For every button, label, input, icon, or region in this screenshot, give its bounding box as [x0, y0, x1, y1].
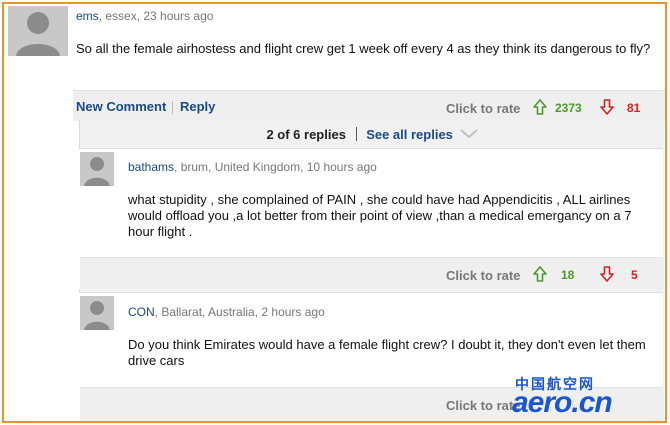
reply-text: Do you think Emirates would have a femal…	[128, 337, 646, 368]
reply-username[interactable]: CON	[128, 305, 155, 319]
click-to-rate-label: Click to rate	[446, 268, 521, 283]
comment-location-time: , essex, 23 hours ago	[98, 9, 214, 23]
user-silhouette-icon	[80, 152, 114, 186]
user-silhouette-icon	[80, 296, 114, 330]
thumbs-down-arrow-icon[interactable]	[600, 99, 614, 115]
click-to-rate-label: Click to rate	[446, 398, 521, 413]
reply-text: what stupidity , she complained of PAIN …	[128, 192, 632, 239]
click-to-rate-label: Click to rate	[446, 101, 521, 116]
replies-header: 2 of 6 replies See all replies	[80, 120, 664, 148]
divider	[355, 127, 357, 141]
thumbs-up-arrow-icon[interactable]	[533, 266, 547, 282]
comment-username[interactable]: ems	[76, 9, 99, 23]
divider	[172, 101, 173, 114]
reply-action-bar	[80, 257, 663, 289]
avatar	[80, 152, 114, 186]
avatar	[8, 6, 68, 56]
reply-username[interactable]: bathams	[128, 160, 174, 174]
upvote-count: 2373	[555, 101, 582, 115]
watermark-logo: aero.cn	[512, 386, 613, 419]
reply-meta: CON, Ballarat, Australia, 2 hours ago	[128, 305, 325, 319]
new-comment-link[interactable]: New Comment	[76, 99, 166, 114]
see-all-replies-link[interactable]: See all replies	[366, 127, 453, 142]
comments-panel: ems, essex, 23 hours ago So all the fema…	[2, 2, 667, 423]
reply-meta: bathams, brum, United Kingdom, 10 hours …	[128, 160, 377, 174]
downvote-count: 81	[627, 101, 641, 115]
comment-text: So all the female airhostess and flight …	[76, 41, 651, 56]
avatar	[80, 296, 114, 330]
thumbs-down-arrow-icon[interactable]	[600, 266, 614, 282]
upvote-count: 18	[561, 268, 575, 282]
reply-location-time: , Ballarat, Australia, 2 hours ago	[154, 305, 325, 319]
replies-count: 2 of 6 replies	[266, 127, 346, 142]
reply-location-time: , brum, United Kingdom, 10 hours ago	[174, 160, 377, 174]
thumbs-up-arrow-icon[interactable]	[533, 99, 547, 115]
comment-meta: ems, essex, 23 hours ago	[76, 9, 213, 23]
downvote-count: 5	[631, 268, 638, 282]
user-silhouette-icon	[8, 6, 68, 56]
reply-link[interactable]: Reply	[180, 99, 215, 114]
chevron-down-icon[interactable]	[459, 129, 478, 139]
